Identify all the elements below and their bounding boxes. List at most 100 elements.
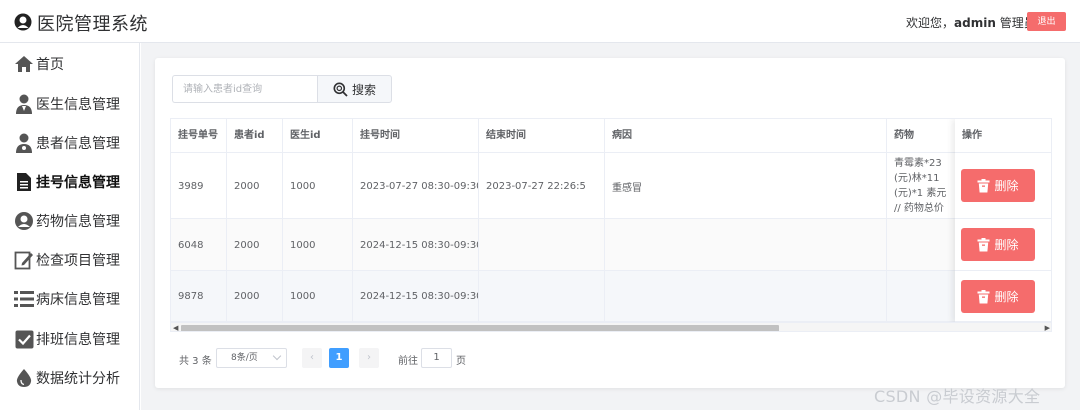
search-button[interactable]: 搜索 bbox=[317, 75, 392, 103]
sidebar-item-label: 排班信息管理 bbox=[36, 332, 120, 348]
cell-cause bbox=[605, 271, 887, 322]
cell-end-time: 2023-07-27 22:26:5 bbox=[479, 153, 605, 219]
column-header: 结束时间 bbox=[479, 119, 605, 153]
cell-end-time bbox=[479, 219, 605, 271]
column-header: 患者id bbox=[227, 119, 283, 153]
scrollbar-thumb[interactable] bbox=[181, 325, 779, 331]
cell-id: 6048 bbox=[171, 219, 227, 271]
column-header: 药物 bbox=[887, 119, 957, 153]
registration-table: 挂号单号 患者id 医生id 挂号时间 结束时间 病因 药物 3989 2000… bbox=[170, 118, 1052, 332]
sidebar-item-statistics[interactable]: 数据统计分析 bbox=[0, 360, 140, 396]
operations-column: 操作 删除 删除 删除 bbox=[955, 119, 1051, 323]
ops-cell: 删除 bbox=[955, 271, 1051, 322]
document-icon bbox=[14, 172, 34, 192]
ops-cell: 删除 bbox=[955, 153, 1051, 219]
search-button-label: 搜索 bbox=[351, 82, 376, 97]
sidebar-item-registration[interactable]: 挂号信息管理 bbox=[0, 164, 140, 200]
column-header: 挂号时间 bbox=[353, 119, 479, 153]
sidebar-item-label: 检查项目管理 bbox=[36, 253, 120, 269]
trash-icon bbox=[977, 178, 990, 192]
sidebar: 首页 医生信息管理 患者信息管理 挂号信息管理 药物信息管理 检查项目管理 病床… bbox=[0, 43, 140, 410]
medicine-icon bbox=[14, 211, 34, 231]
doctor-icon bbox=[14, 94, 34, 114]
cell-doctor-id: 1000 bbox=[283, 219, 353, 271]
patient-icon bbox=[14, 133, 34, 153]
sidebar-item-examinations[interactable]: 检查项目管理 bbox=[0, 242, 140, 278]
ops-cell: 删除 bbox=[955, 219, 1051, 271]
cell-medicine bbox=[887, 271, 957, 322]
search-icon bbox=[333, 82, 348, 97]
column-header-ops: 操作 bbox=[955, 119, 1051, 153]
cell-id: 9878 bbox=[171, 271, 227, 322]
logo-icon bbox=[14, 13, 32, 31]
column-header: 医生id bbox=[283, 119, 353, 153]
cell-medicine bbox=[887, 219, 957, 271]
pagination-total: 共 3 条 bbox=[179, 356, 212, 367]
content-card: 搜索 挂号单号 患者id 医生id 挂号时间 结束时间 病因 药物 3989 2… bbox=[155, 58, 1065, 388]
cell-id: 3989 bbox=[171, 153, 227, 219]
scroll-left-icon[interactable]: ◀ bbox=[173, 324, 178, 331]
sidebar-item-label: 病床信息管理 bbox=[36, 292, 120, 308]
sidebar-item-doctors[interactable]: 医生信息管理 bbox=[0, 86, 140, 122]
app-title: 医院管理系统 bbox=[37, 14, 148, 35]
sidebar-item-label: 药物信息管理 bbox=[36, 214, 120, 230]
delete-button[interactable]: 删除 bbox=[961, 228, 1035, 261]
next-page-button[interactable]: › bbox=[359, 348, 379, 368]
cell-medicine: 青霉素*23(元)林*11(元)*1 素元 // 药物总价 bbox=[887, 153, 957, 219]
horizontal-scrollbar[interactable]: ◀ ▶ bbox=[171, 322, 1051, 331]
sidebar-item-label: 患者信息管理 bbox=[36, 136, 120, 152]
home-icon bbox=[14, 54, 34, 74]
cell-doctor-id: 1000 bbox=[283, 153, 353, 219]
delete-button[interactable]: 删除 bbox=[961, 169, 1035, 202]
chevron-down-icon bbox=[272, 351, 282, 361]
sidebar-item-medicine[interactable]: 药物信息管理 bbox=[0, 203, 140, 239]
sidebar-item-beds[interactable]: 病床信息管理 bbox=[0, 281, 140, 317]
cell-doctor-id: 1000 bbox=[283, 271, 353, 322]
prev-page-button[interactable]: ‹ bbox=[302, 348, 322, 368]
delete-label: 删除 bbox=[994, 290, 1019, 304]
table-row: 3989 2000 1000 2023-07-27 08:30-09:30 20… bbox=[171, 153, 1051, 219]
goto-label: 前往 bbox=[398, 356, 418, 367]
trash-icon bbox=[977, 237, 990, 251]
edit-icon bbox=[14, 250, 34, 270]
page-number-current[interactable]: 1 bbox=[329, 348, 349, 368]
column-header: 挂号单号 bbox=[171, 119, 227, 153]
sidebar-item-label: 首页 bbox=[36, 57, 64, 73]
cell-end-time bbox=[479, 271, 605, 322]
sidebar-item-home[interactable]: 首页 bbox=[0, 46, 140, 82]
header: 医院管理系统 欢迎您，admin 管理员 退出 bbox=[0, 0, 1080, 43]
table-row: 6048 2000 1000 2024-12-15 08:30-09:30 bbox=[171, 219, 1051, 271]
cell-patient-id: 2000 bbox=[227, 153, 283, 219]
cell-cause: 重感冒 bbox=[605, 153, 887, 219]
table-row: 9878 2000 1000 2024-12-15 08:30-09:30 bbox=[171, 271, 1051, 322]
page-unit-label: 页 bbox=[456, 356, 466, 367]
sidebar-item-schedule[interactable]: 排班信息管理 bbox=[0, 321, 140, 357]
sidebar-item-label: 挂号信息管理 bbox=[36, 175, 120, 191]
watermark: CSDN @毕设资源大全 bbox=[874, 387, 1041, 406]
delete-label: 删除 bbox=[994, 238, 1019, 252]
search-input[interactable] bbox=[172, 75, 318, 103]
cell-reg-time: 2024-12-15 08:30-09:30 bbox=[353, 271, 479, 322]
page-size-value: 8条/页 bbox=[231, 353, 258, 363]
scroll-right-icon[interactable]: ▶ bbox=[1045, 324, 1050, 331]
welcome-prefix: 欢迎您， bbox=[906, 16, 955, 30]
checkbox-icon bbox=[14, 329, 34, 349]
sidebar-item-label: 数据统计分析 bbox=[36, 371, 120, 387]
cell-patient-id: 2000 bbox=[227, 219, 283, 271]
page-size-select[interactable]: 8条/页 bbox=[216, 348, 287, 368]
drop-icon bbox=[14, 368, 34, 388]
cell-reg-time: 2024-12-15 08:30-09:30 bbox=[353, 219, 479, 271]
delete-label: 删除 bbox=[994, 179, 1019, 193]
cell-patient-id: 2000 bbox=[227, 271, 283, 322]
cell-reg-time: 2023-07-27 08:30-09:30 bbox=[353, 153, 479, 219]
username: admin bbox=[954, 16, 996, 30]
delete-button[interactable]: 删除 bbox=[961, 280, 1035, 313]
medicine-text: 青霉素*23(元)林*11(元)*1 素元 // 药物总价 bbox=[894, 158, 947, 214]
sidebar-item-label: 医生信息管理 bbox=[36, 97, 120, 113]
logout-button[interactable]: 退出 bbox=[1027, 12, 1066, 31]
goto-page-input[interactable]: 1 bbox=[421, 348, 452, 368]
cell-cause bbox=[605, 219, 887, 271]
main-content: 搜索 挂号单号 患者id 医生id 挂号时间 结束时间 病因 药物 3989 2… bbox=[141, 43, 1080, 410]
sidebar-item-patients[interactable]: 患者信息管理 bbox=[0, 125, 140, 161]
welcome-text: 欢迎您，admin 管理员 bbox=[906, 14, 1036, 31]
